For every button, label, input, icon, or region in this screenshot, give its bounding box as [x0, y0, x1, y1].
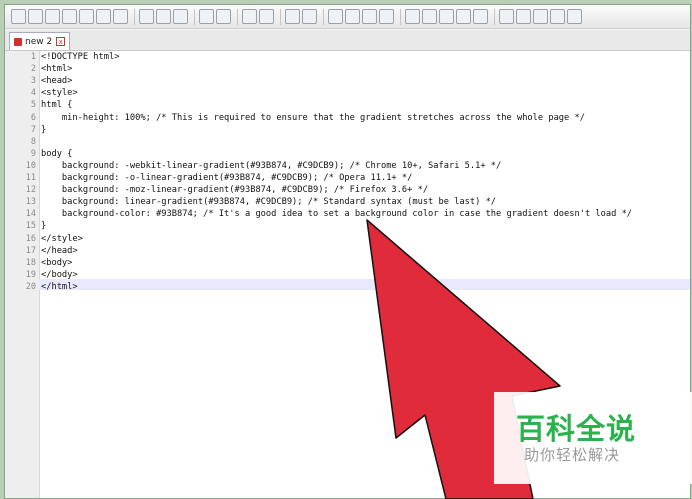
watermark-subtitle: 助你轻松解决: [524, 446, 621, 464]
watermark-badge: 百科全说 助你轻松解决: [494, 392, 692, 484]
watermark-title: 百科全说: [516, 412, 637, 446]
